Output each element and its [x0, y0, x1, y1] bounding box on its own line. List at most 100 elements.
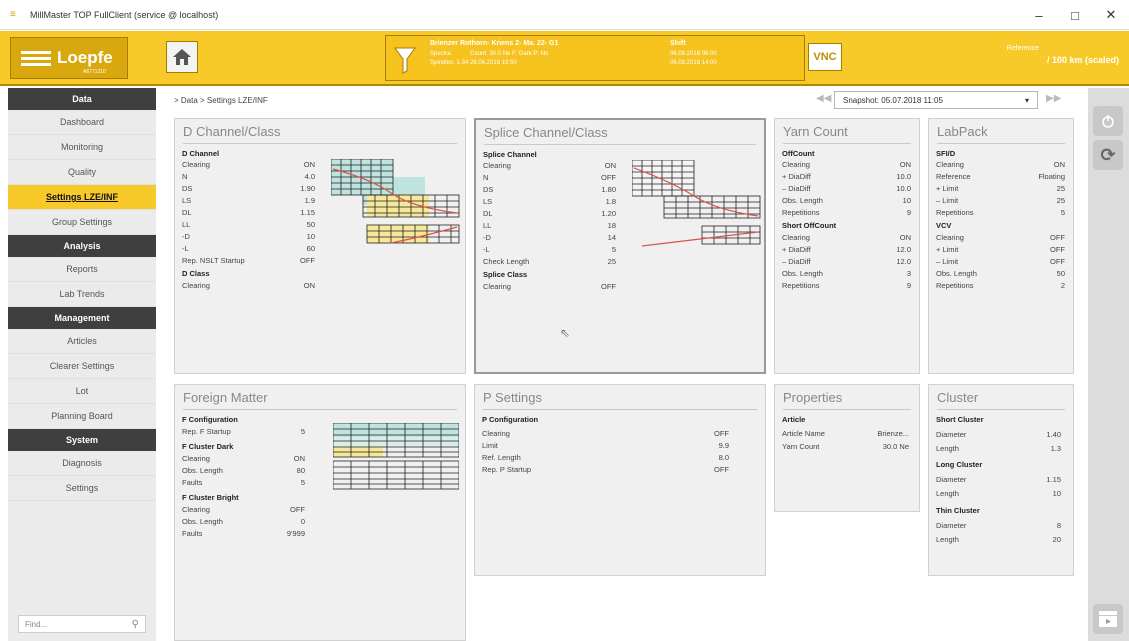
row-value: 4.0: [304, 172, 315, 181]
row-value: ON: [604, 161, 616, 170]
row-value: 60: [306, 244, 315, 253]
find-input[interactable]: Find... ⚲: [18, 615, 146, 633]
panel-d-channel-class[interactable]: D Channel/Class D Channel Clearing ON N 4.…: [174, 118, 466, 374]
panel-title: Splice Channel/Class: [484, 125, 608, 140]
panel-splice-channel-class[interactable]: Splice Channel/Class Splice Channel Clea…: [474, 118, 766, 374]
row-label: Clearing: [182, 454, 210, 463]
row-value: 9: [906, 208, 911, 217]
reference-label: Reference: [1006, 45, 1039, 52]
sidebar-item-settings[interactable]: Settings: [8, 476, 156, 501]
row-value: 9'999: [286, 529, 305, 538]
right-toolbar: ⟳: [1088, 88, 1129, 641]
row-label: N: [483, 173, 489, 182]
row-value: OFF: [1050, 245, 1065, 254]
sidebar-item-monitoring[interactable]: Monitoring: [8, 135, 156, 160]
panel-yarn-count[interactable]: Yarn Count OffCount Clearing ON + DiaDiff…: [774, 118, 920, 374]
row-value: 30.0 Ne: [882, 442, 909, 451]
row-value: 18: [607, 221, 616, 230]
sidebar-item-settings-lze-inf[interactable]: Settings LZE/INF: [8, 185, 156, 210]
section-heading: Long Cluster: [936, 460, 983, 469]
row-label: DS: [182, 184, 193, 193]
row-label: Rep. F Startup: [182, 427, 231, 436]
row-label: Clearing: [936, 233, 964, 242]
row-label: Length: [936, 444, 959, 453]
logo-text: Loepfe: [57, 48, 113, 67]
media-button[interactable]: [1093, 604, 1123, 634]
panel-foreign-matter[interactable]: Foreign Matter F Configuration Rep. F St…: [174, 384, 466, 641]
refresh-button[interactable]: ⟳: [1093, 140, 1123, 170]
row-label: Clearing: [182, 160, 210, 169]
row-value: 1.8: [605, 197, 616, 206]
row-value: 1.15: [1046, 475, 1061, 484]
section-heading: Article: [782, 415, 806, 424]
search-icon: ⚲: [131, 618, 139, 630]
panel-labpack[interactable]: LabPack SFI/D Clearing ON Reference Floati…: [928, 118, 1074, 374]
row-label: DL: [182, 208, 192, 217]
sidebar-item-group-settings[interactable]: Group Settings: [8, 210, 156, 235]
panel-cluster[interactable]: Cluster Short Cluster Diameter 1.40 Lengt…: [928, 384, 1074, 576]
logo-subtext: A6771210: [83, 69, 106, 75]
divider: [483, 409, 757, 410]
row-value: 1.3: [1050, 444, 1061, 453]
next-snapshot-icon[interactable]: ▶▶: [1046, 93, 1061, 104]
sidebar-section-analysis[interactable]: Analysis: [8, 235, 156, 257]
title-bar: ≡ MillMaster TOP FullClient (service @ l…: [0, 0, 1129, 30]
power-button[interactable]: [1093, 106, 1123, 136]
divider: [937, 143, 1065, 144]
row-label: Faults: [182, 478, 203, 487]
sidebar-item-quality[interactable]: Quality: [8, 160, 156, 185]
row-value: 1.15: [300, 208, 315, 217]
row-value: Brienze...: [877, 429, 909, 438]
sidebar-item-diagnosis[interactable]: Diagnosis: [8, 451, 156, 476]
logo: Loepfe A6771210: [10, 37, 128, 79]
row-label: – DiaDiff: [782, 184, 811, 193]
sidebar-section-system[interactable]: System: [8, 429, 156, 451]
sidebar-item-dashboard[interactable]: Dashboard: [8, 110, 156, 135]
sidebar-item-reports[interactable]: Reports: [8, 257, 156, 282]
sidebar-item-clearer-settings[interactable]: Clearer Settings: [8, 354, 156, 379]
sidebar-item-lot[interactable]: Lot: [8, 379, 156, 404]
row-label: Clearing: [483, 161, 511, 170]
reference-value[interactable]: / 100 km (scaled): [1047, 55, 1119, 65]
row-label: Repetitions: [782, 208, 820, 217]
panel-p-settings[interactable]: P Settings P Configuration Clearing OFF L…: [474, 384, 766, 576]
section-heading: F Cluster Dark: [182, 442, 234, 451]
sidebar-item-articles[interactable]: Articles: [8, 329, 156, 354]
row-value: 1.9: [304, 196, 315, 205]
row-label: Faults: [182, 529, 203, 538]
row-value: 10: [902, 196, 911, 205]
sidebar-section-data[interactable]: Data: [8, 88, 156, 110]
section-heading: VCV: [936, 221, 952, 230]
previous-snapshot-icon[interactable]: ◀◀: [816, 93, 831, 104]
row-value: 12.0: [896, 245, 911, 254]
power-icon: [1102, 115, 1114, 128]
row-value: 25: [1056, 196, 1065, 205]
divider: [937, 409, 1065, 410]
row-value: 50: [1056, 269, 1065, 278]
sidebar-item-planning-board[interactable]: Planning Board: [8, 404, 156, 429]
row-label: Rep. NSLT Startup: [182, 256, 245, 265]
row-value: 2: [1060, 281, 1065, 290]
minimize-button[interactable]: –: [1021, 0, 1057, 30]
snapshot-select[interactable]: Snapshot: 05.07.2018 11:05 ▾: [834, 91, 1038, 109]
row-value: 10.0: [896, 172, 911, 181]
maximize-button[interactable]: □: [1057, 0, 1093, 30]
lot-date: 28.06.2018 19:50: [470, 60, 517, 66]
row-value: 14: [607, 233, 616, 242]
sidebar-item-lab-trends[interactable]: Lab Trends: [8, 282, 156, 307]
row-label: Yarn Count: [782, 442, 820, 451]
row-label: Rep. P Startup: [482, 465, 532, 474]
section-heading: SFI/D: [936, 149, 956, 158]
lot-info-box[interactable]: Brienzer Rothorn- Kriens 2- Ma. 22- G1 S…: [385, 35, 805, 81]
section-heading: Short OffCount: [782, 221, 837, 230]
sidebar: Data Dashboard Monitoring Quality Settin…: [8, 88, 156, 641]
sidebar-section-management[interactable]: Management: [8, 307, 156, 329]
vnc-button[interactable]: VNC: [808, 43, 842, 71]
panel-properties[interactable]: Properties Article Article Name Brienze..…: [774, 384, 920, 512]
spectra-label: Spectra: [430, 51, 451, 57]
foreign-matter-matrix: [333, 423, 459, 490]
home-button[interactable]: [166, 41, 198, 73]
window-title: MillMaster TOP FullClient (service @ loc…: [30, 9, 219, 20]
row-label: Repetitions: [936, 281, 974, 290]
close-button[interactable]: ✕: [1093, 0, 1129, 30]
